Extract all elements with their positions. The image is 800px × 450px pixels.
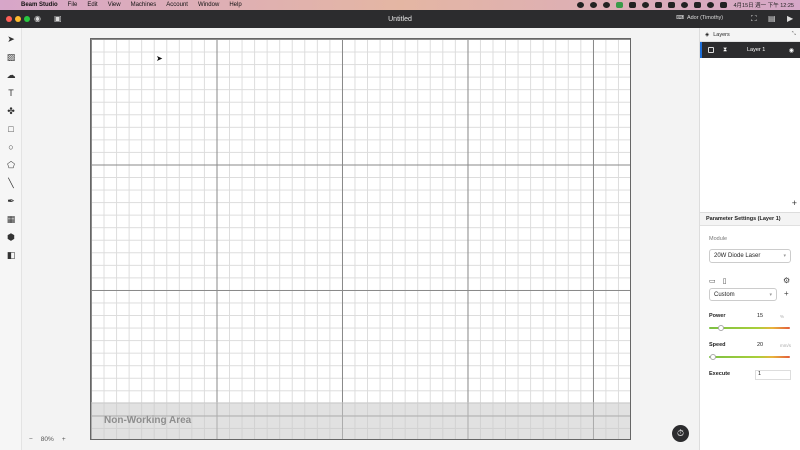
text-icon[interactable]: T [5, 87, 17, 99]
left-toolbar: ➤ ▨ ☁ T ✤ □ ○ ⬠ ╲ ✒ ▦ ⬢ ◧ [0, 28, 22, 450]
record-icon[interactable] [577, 2, 585, 8]
chevron-down-icon: ▾ [769, 291, 772, 298]
menu-machines[interactable]: Machines [126, 2, 162, 8]
menu-file[interactable]: File [63, 2, 83, 8]
power-slider[interactable] [709, 325, 790, 331]
layer-row[interactable]: ⧗ Layer 1 ◉ [700, 42, 800, 58]
messenger-icon[interactable] [590, 2, 598, 8]
box-icon[interactable]: ⬢ [5, 231, 17, 243]
path-preview-button[interactable]: ⏱ [672, 425, 689, 442]
control-center-icon[interactable] [720, 2, 728, 8]
frame-icon[interactable]: ⛶ [751, 14, 757, 24]
device-icon: ⌨ [676, 15, 684, 21]
volume-icon[interactable] [655, 2, 663, 8]
keyboard-icon[interactable] [668, 2, 676, 8]
power-label: Power [709, 313, 726, 319]
device-name: Ador (Timothy) [686, 15, 724, 21]
qrcode-icon[interactable]: ▦ [5, 213, 17, 225]
preset-toolbar: ▭ ▯ [709, 277, 726, 285]
add-preset-button[interactable]: + [784, 289, 789, 298]
layer-name[interactable]: Layer 1 [747, 47, 765, 53]
battery-icon[interactable] [694, 2, 702, 8]
non-working-area: Non-Working Area [91, 402, 630, 439]
zoom-value[interactable]: 80% [41, 436, 54, 443]
image-icon[interactable]: ▨ [5, 51, 17, 63]
window-titlebar: ◉ ▣ Untitled ⌨ Ador (Timothy) ⛶ ▤ ▶ [0, 10, 800, 28]
power-value[interactable]: 15 [757, 313, 763, 319]
polygon-icon[interactable]: ⬠ [5, 159, 17, 171]
monitor-icon[interactable]: ▤ [768, 14, 776, 23]
layers-tab[interactable]: ◈ Layers ⤡ [700, 28, 800, 42]
menu-help[interactable]: Help [224, 2, 246, 8]
expand-icon[interactable]: ⤡ [792, 31, 796, 38]
menu-edit[interactable]: Edit [82, 2, 102, 8]
device-selector[interactable]: ⌨ Ador (Timothy) [676, 15, 723, 21]
execute-input[interactable]: 1 [755, 370, 791, 380]
wifi-icon[interactable] [681, 2, 689, 8]
chat-icon[interactable] [603, 2, 611, 8]
parameter-settings-header: Parameter Settings (Layer 1) [700, 212, 800, 226]
menubar-clock[interactable]: 4月15日 週一 下午 12:25 [733, 1, 794, 9]
execute-label: Execute [709, 371, 731, 377]
eye-icon[interactable]: ◉ [789, 47, 794, 54]
zoom-in-button[interactable]: + [62, 436, 66, 443]
menu-window[interactable]: Window [193, 2, 224, 8]
line-app-icon[interactable] [616, 2, 624, 8]
power-unit: % [780, 314, 785, 319]
dmkt-icon[interactable]: ◧ [5, 249, 17, 261]
menu-account[interactable]: Account [161, 2, 193, 8]
workspace-grid[interactable]: Non-Working Area [90, 38, 631, 440]
layers-icon: ◈ [705, 31, 710, 38]
zoom-control: − 80% + [29, 436, 66, 443]
line-icon[interactable]: ╲ [5, 177, 17, 189]
system-menubar: Beam Studio File Edit View Machines Acco… [0, 0, 800, 10]
canvas-area[interactable]: Non-Working Area ➤ − 80% + ⏱ [22, 28, 699, 450]
cloud-icon[interactable]: ☁ [5, 69, 17, 81]
rectangle-icon[interactable]: □ [5, 123, 17, 135]
module-select[interactable]: 20W Diode Laser ▾ [709, 249, 791, 263]
menu-view[interactable]: View [103, 2, 126, 8]
layer-lock-icon[interactable]: ⧗ [723, 47, 727, 54]
elements-icon[interactable]: ✤ [5, 105, 17, 117]
speed-slider-thumb[interactable] [710, 354, 716, 360]
zoom-out-button[interactable]: − [29, 436, 33, 443]
folder-icon[interactable]: ▭ [709, 277, 716, 285]
right-panel: ◈ Layers ⤡ ⧗ Layer 1 ◉ + Parameter Setti… [699, 28, 800, 450]
module-label: Module [709, 236, 728, 242]
non-working-area-label: Non-Working Area [104, 415, 192, 426]
document-icon[interactable]: ▯ [723, 277, 727, 285]
gear-icon[interactable]: ⚙ [783, 276, 790, 285]
speed-value[interactable]: 20 [757, 342, 763, 348]
preset-value: Custom [714, 291, 735, 298]
speed-unit: mm/s [780, 343, 791, 348]
dropbox-icon[interactable] [642, 2, 650, 8]
chevron-down-icon: ▾ [783, 253, 786, 259]
add-layer-button[interactable]: + [792, 198, 797, 208]
pen-icon[interactable]: ✒ [5, 195, 17, 207]
layer-checkbox[interactable] [708, 47, 714, 53]
menu-app-name[interactable]: Beam Studio [16, 2, 63, 8]
timer-icon: ⏱ [676, 428, 685, 438]
preset-select[interactable]: Custom ▾ [709, 288, 777, 301]
play-icon[interactable]: ▶ [787, 14, 793, 23]
select-arrow-icon[interactable]: ➤ [5, 33, 17, 45]
layers-title: Layers [713, 31, 730, 38]
mouse-cursor-icon: ➤ [156, 54, 163, 63]
status-tray: 4月15日 週一 下午 12:25 [577, 0, 794, 10]
spotlight-search-icon[interactable] [707, 2, 715, 8]
ellipse-icon[interactable]: ○ [5, 141, 17, 153]
notion-icon[interactable] [629, 2, 637, 8]
speed-label: Speed [709, 342, 726, 348]
module-value: 20W Diode Laser [714, 253, 761, 259]
speed-slider[interactable] [709, 354, 790, 360]
power-slider-thumb[interactable] [718, 325, 724, 331]
